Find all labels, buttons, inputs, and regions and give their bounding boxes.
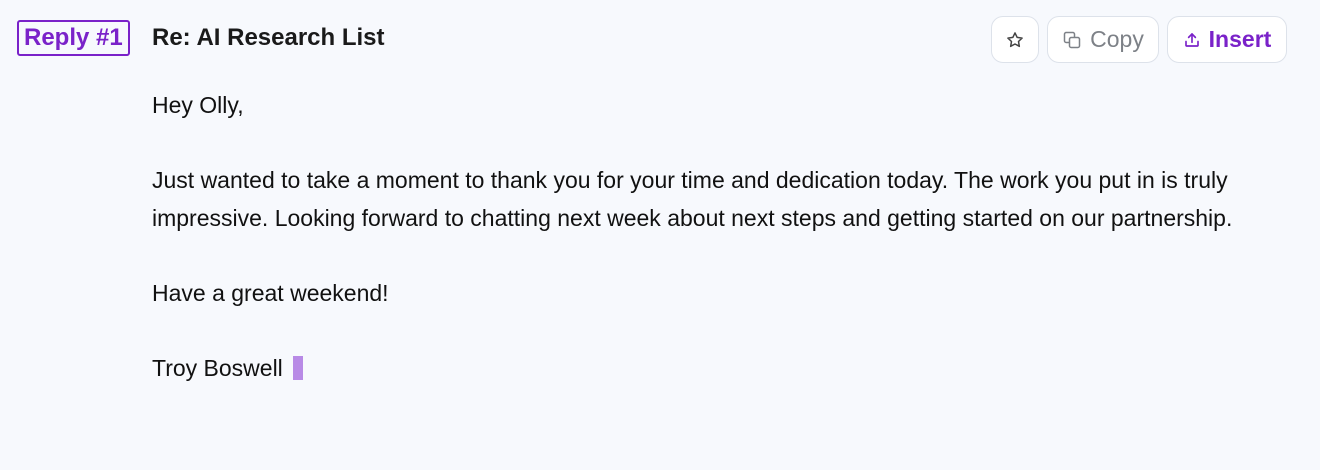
insert-button-label: Insert bbox=[1208, 26, 1272, 52]
signature-line: Troy Boswell bbox=[152, 349, 1272, 387]
reply-subject: Re: AI Research List bbox=[152, 24, 385, 51]
message-greeting: Hey Olly, bbox=[152, 92, 244, 118]
message-signature: Troy Boswell bbox=[152, 355, 283, 381]
copy-button-label: Copy bbox=[1090, 26, 1144, 52]
message-body: Hey Olly, Just wanted to take a moment t… bbox=[152, 86, 1272, 387]
copy-button[interactable]: Copy bbox=[1047, 16, 1159, 63]
message-closing: Have a great weekend! bbox=[152, 280, 389, 306]
copy-icon bbox=[1062, 30, 1082, 50]
upload-icon bbox=[1183, 30, 1201, 50]
message-paragraph: Just wanted to take a moment to thank yo… bbox=[152, 167, 1233, 231]
favorite-button[interactable] bbox=[991, 16, 1039, 63]
reply-actions-toolbar: Copy Insert bbox=[991, 16, 1287, 63]
insert-button[interactable]: Insert bbox=[1167, 16, 1287, 63]
reply-number-badge: Reply #1 bbox=[17, 20, 130, 56]
star-icon bbox=[1005, 30, 1025, 50]
reply-panel: Reply #1 Re: AI Research List Copy Inser… bbox=[0, 0, 1320, 470]
text-cursor bbox=[292, 356, 303, 380]
